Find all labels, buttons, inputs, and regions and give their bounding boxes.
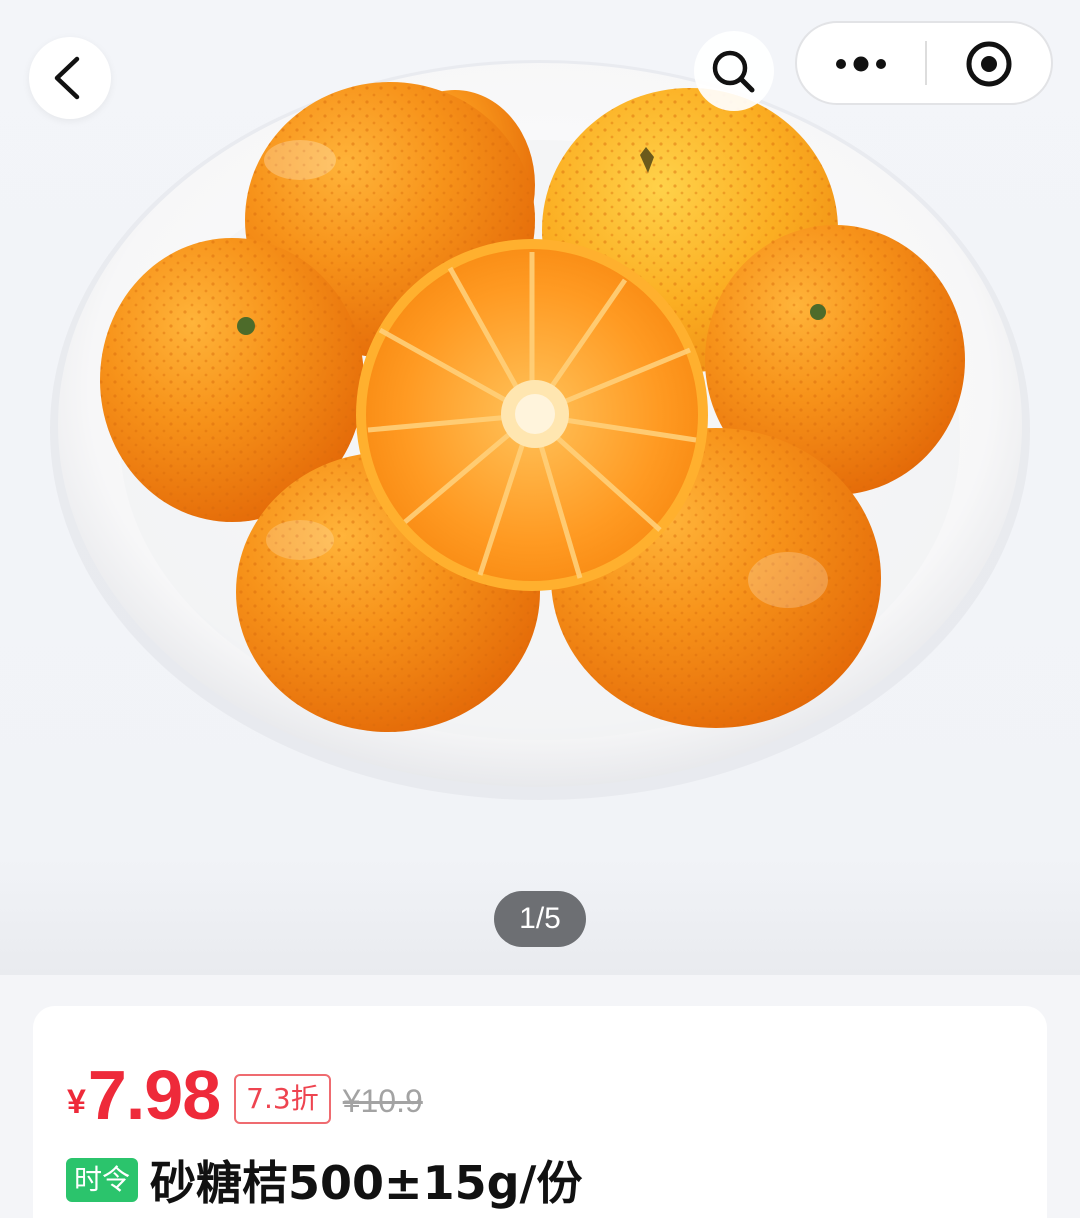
back-button[interactable] <box>29 37 111 119</box>
product-photo <box>50 60 1030 800</box>
product-title: 砂糖桔500±15g/份 <box>150 1156 583 1210</box>
mini-program-capsule <box>795 21 1053 105</box>
title-row: 时令 砂糖桔500±15g/份 <box>66 1152 582 1210</box>
image-pager-indicator: 1/5 <box>494 891 586 947</box>
search-button[interactable] <box>694 31 774 111</box>
product-info-card: ¥ 7.98 7.3折 ¥10.9 时令 砂糖桔500±15g/份 <box>33 1006 1047 1218</box>
search-icon <box>712 50 755 93</box>
more-dots-icon <box>836 56 886 72</box>
chevron-left-icon <box>54 56 80 100</box>
current-price: 7.98 <box>87 1056 221 1134</box>
seasonal-tag: 时令 <box>66 1158 139 1202</box>
product-image-gallery[interactable]: 1/5 <box>0 0 1080 975</box>
original-price: ¥10.9 <box>342 1083 423 1119</box>
currency-symbol: ¥ <box>67 1083 86 1121</box>
more-menu-button[interactable] <box>797 23 925 103</box>
price-row: ¥ 7.98 7.3折 ¥10.9 <box>67 1052 423 1132</box>
close-mini-program-button[interactable] <box>927 23 1051 103</box>
discount-badge: 7.3折 <box>234 1074 331 1124</box>
product-detail-screen: 1/5 ¥ 7.98 7.3折 ¥10.9 时令 砂糖桔500±15g/份 <box>0 0 1080 1218</box>
target-close-icon <box>966 41 1012 87</box>
